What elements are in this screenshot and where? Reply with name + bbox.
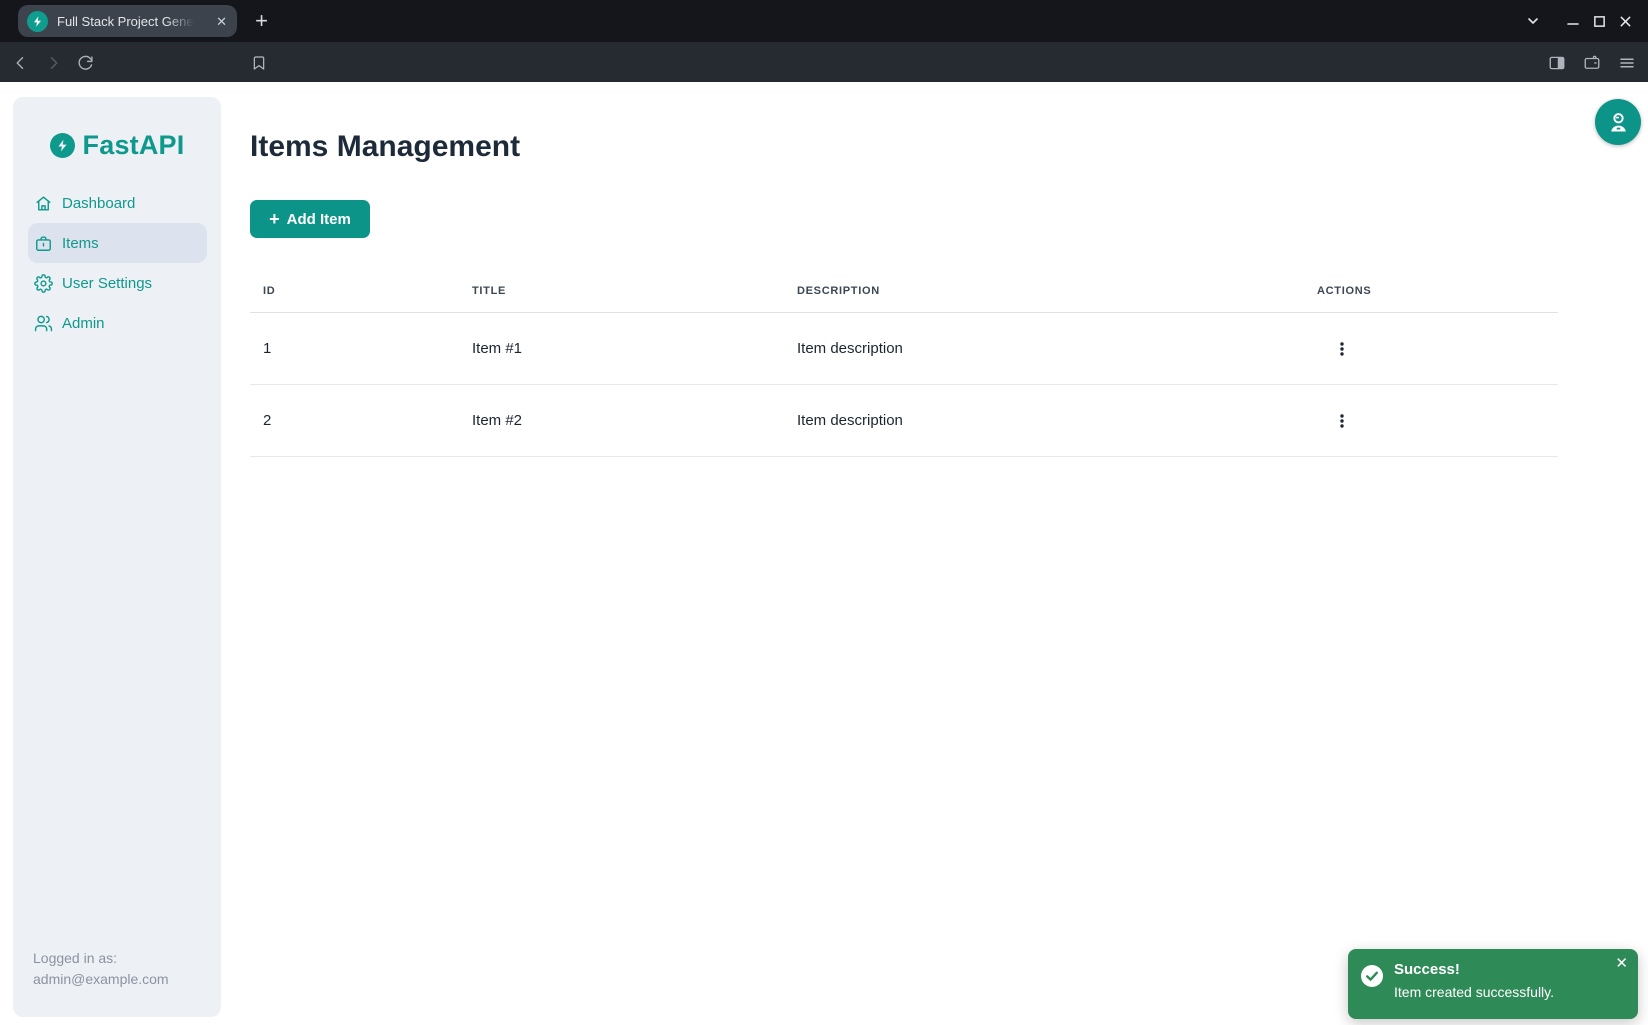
toast-close-icon[interactable]: ✕ [1611, 952, 1632, 975]
reload-button[interactable] [72, 50, 98, 76]
gear-icon [34, 274, 53, 293]
cell-description: Item description [784, 313, 1304, 385]
cell-id: 2 [250, 385, 459, 457]
tab-search-chevron-icon[interactable] [1520, 8, 1546, 34]
page-viewport: FastAPI Dashboard Items [0, 82, 1648, 1025]
success-toast: Success! Item created successfully. ✕ [1348, 949, 1638, 1019]
column-header-description: DESCRIPTION [784, 270, 1304, 313]
logged-in-label: Logged in as: [33, 948, 169, 969]
cell-title: Item #1 [459, 313, 784, 385]
fastapi-logo: FastAPI [13, 130, 221, 161]
sidebar-item-label: Admin [62, 315, 105, 332]
forward-button[interactable] [40, 50, 66, 76]
window-minimize-button[interactable] [1560, 8, 1586, 34]
row-actions-kebab-icon[interactable] [1329, 334, 1355, 364]
browser-toolbar: localhost/items 1 [0, 42, 1648, 82]
sidebar-item-items[interactable]: Items [28, 223, 207, 263]
home-icon [34, 194, 53, 213]
toast-message: Item created successfully. [1394, 981, 1608, 1003]
wallet-icon[interactable] [1579, 50, 1605, 76]
check-circle-icon [1360, 964, 1384, 993]
plus-icon: + [269, 210, 280, 228]
table-header-row: ID TITLE DESCRIPTION ACTIONS [250, 270, 1558, 313]
new-tab-button[interactable]: + [248, 7, 275, 34]
users-icon [34, 314, 53, 333]
fastapi-bolt-icon [50, 133, 75, 158]
page-title: Items Management [250, 130, 520, 164]
sidebar-item-admin[interactable]: Admin [28, 303, 207, 343]
logged-in-footer: Logged in as: admin@example.com [33, 948, 169, 990]
cell-title: Item #2 [459, 385, 784, 457]
sidebar-nav: Dashboard Items User Settings [28, 183, 207, 343]
browser-window: Full Stack Project Genera ✕ + [0, 0, 1648, 1025]
add-item-label: Add Item [287, 211, 351, 228]
tab-title: Full Stack Project Genera [57, 14, 197, 29]
column-header-actions: ACTIONS [1304, 270, 1558, 313]
sidebar-item-label: Dashboard [62, 195, 135, 212]
back-button[interactable] [8, 50, 34, 76]
browser-tab-bar: Full Stack Project Genera ✕ + [0, 0, 1648, 42]
row-actions-kebab-icon[interactable] [1329, 406, 1355, 436]
user-avatar-button[interactable] [1595, 99, 1641, 145]
sidebar-item-label: User Settings [62, 275, 152, 292]
add-item-button[interactable]: + Add Item [250, 200, 370, 238]
menu-hamburger-icon[interactable] [1614, 50, 1640, 76]
logo-text: FastAPI [83, 130, 185, 161]
cell-id: 1 [250, 313, 459, 385]
browser-tab[interactable]: Full Stack Project Genera ✕ [18, 5, 237, 37]
window-controls [1520, 0, 1638, 42]
sidebar-panel-icon[interactable] [1544, 50, 1570, 76]
sidebar-item-user-settings[interactable]: User Settings [28, 263, 207, 303]
table-row: 1 Item #1 Item description [250, 313, 1558, 385]
column-header-title: TITLE [459, 270, 784, 313]
person-icon [1605, 109, 1632, 136]
column-header-id: ID [250, 270, 459, 313]
tab-close-icon[interactable]: ✕ [214, 15, 229, 28]
sidebar-item-dashboard[interactable]: Dashboard [28, 183, 207, 223]
sidebar-item-label: Items [62, 235, 99, 252]
toast-title: Success! [1394, 959, 1608, 981]
sidebar: FastAPI Dashboard Items [13, 97, 221, 1017]
bookmark-icon[interactable] [246, 50, 272, 76]
fastapi-favicon-icon [27, 11, 48, 32]
cell-description: Item description [784, 385, 1304, 457]
logged-in-email: admin@example.com [33, 969, 169, 990]
window-close-button[interactable] [1612, 8, 1638, 34]
items-table: ID TITLE DESCRIPTION ACTIONS 1 Item #1 I… [250, 270, 1558, 457]
briefcase-icon [34, 234, 53, 253]
table-row: 2 Item #2 Item description [250, 385, 1558, 457]
window-maximize-button[interactable] [1586, 8, 1612, 34]
